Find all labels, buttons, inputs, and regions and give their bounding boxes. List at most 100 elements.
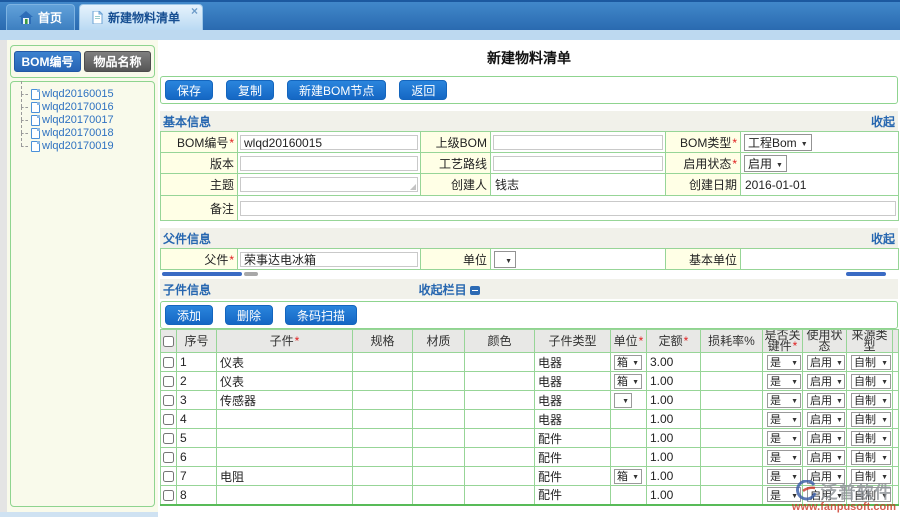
source-select[interactable]: 自制 <box>851 487 891 502</box>
cell-material <box>413 391 465 410</box>
cell-color <box>465 448 535 467</box>
cell-sliver <box>893 429 899 448</box>
required-mark: * <box>229 136 234 150</box>
save-button[interactable]: 保存 <box>165 80 213 100</box>
cell-color <box>465 391 535 410</box>
source-select[interactable]: 自制 <box>851 374 891 389</box>
tab-current-label: 新建物料清单 <box>108 9 180 26</box>
row-checkbox[interactable] <box>163 395 174 406</box>
row-checkbox[interactable] <box>163 452 174 463</box>
row-checkbox[interactable] <box>163 414 174 425</box>
tree-item[interactable]: wlqd20170018 <box>18 127 152 140</box>
dropdown-arrow-icon <box>832 413 843 425</box>
status-select[interactable]: 启用 <box>807 393 845 408</box>
unit-select-value: 箱 <box>617 468 628 484</box>
key-select[interactable]: 是 <box>767 487 801 502</box>
tab-current[interactable]: 新建物料清单 <box>79 4 203 30</box>
subject-textarea[interactable] <box>240 177 418 192</box>
parent-info-title: 父件信息 <box>163 230 211 247</box>
status-select[interactable]: 启用 <box>807 355 845 370</box>
bom-type-select[interactable]: 工程Bom <box>744 134 812 151</box>
key-select[interactable]: 是 <box>767 374 801 389</box>
main-content: 新建物料清单 保存 复制 新建BOM节点 返回 基本信息 收起 BOM编号* w… <box>158 40 900 517</box>
dropdown-arrow-icon <box>787 432 798 444</box>
copy-button[interactable]: 复制 <box>226 80 274 100</box>
basic-collapse-link[interactable]: 收起 <box>871 113 895 130</box>
row-checkbox[interactable] <box>163 433 174 444</box>
cell-use-status: 启用 <box>803 410 847 429</box>
unit-select[interactable]: 箱 <box>614 469 642 484</box>
status-select[interactable]: 启用 <box>807 487 845 502</box>
key-select[interactable]: 是 <box>767 431 801 446</box>
key-select[interactable]: 是 <box>767 450 801 465</box>
status-select[interactable]: 启用 <box>807 412 845 427</box>
barcode-scan-button[interactable]: 条码扫描 <box>285 305 357 325</box>
tab-home[interactable]: 首页 <box>6 4 75 30</box>
tree-item[interactable]: wlqd20170019 <box>18 140 152 153</box>
status-select[interactable]: 启用 <box>807 450 845 465</box>
tree-item[interactable]: wlqd20170017 <box>18 114 152 127</box>
parent-collapse-link[interactable]: 收起 <box>871 230 895 247</box>
bom-no-label: BOM编号 <box>177 136 228 150</box>
child-collapse-link[interactable]: 收起栏目 <box>419 281 480 298</box>
cell-child-name: 传感器 <box>217 391 353 410</box>
dropdown-arrow-icon <box>787 375 798 387</box>
parent-bom-input[interactable] <box>493 135 663 150</box>
tab-close-icon[interactable] <box>191 5 198 17</box>
bom-no-input[interactable]: wlqd20160015 <box>240 135 418 150</box>
unit-select[interactable]: 箱 <box>614 374 642 389</box>
resize-handle-icon[interactable] <box>410 184 416 190</box>
row-checkbox[interactable] <box>163 490 174 501</box>
collapse-columns-icon[interactable] <box>470 286 480 295</box>
bom-type-label: BOM类型 <box>680 136 731 150</box>
item-name-toggle[interactable]: 物品名称 <box>84 51 151 72</box>
remark-input[interactable] <box>240 201 896 216</box>
status-select[interactable]: 启用 <box>807 431 845 446</box>
tree-item[interactable]: wlqd20170016 <box>18 101 152 114</box>
child-table-body: 1仪表电器箱3.00是启用自制2仪表电器箱1.00是启用自制3传感器电器1.00… <box>161 353 899 505</box>
row-checkbox[interactable] <box>163 376 174 387</box>
parent-item-label: 父件 <box>204 253 228 267</box>
row-checkbox[interactable] <box>163 471 174 482</box>
scrollbar-thumb[interactable] <box>244 272 258 276</box>
source-select[interactable]: 自制 <box>851 355 891 370</box>
enable-status-select[interactable]: 启用 <box>744 155 787 172</box>
source-select[interactable]: 自制 <box>851 412 891 427</box>
select-all-checkbox[interactable] <box>163 336 174 347</box>
cell-loss-rate <box>701 372 763 391</box>
parent-item-input[interactable]: 荣事达电冰箱 <box>240 252 418 267</box>
unit-select-value: 箱 <box>617 373 628 389</box>
source-select[interactable]: 自制 <box>851 469 891 484</box>
required-mark: * <box>639 334 644 348</box>
add-row-button[interactable]: 添加 <box>165 305 213 325</box>
delete-row-button[interactable]: 删除 <box>225 305 273 325</box>
cell-is-key: 是 <box>763 353 803 372</box>
source-select[interactable]: 自制 <box>851 431 891 446</box>
new-bom-node-button[interactable]: 新建BOM节点 <box>287 80 386 100</box>
back-button[interactable]: 返回 <box>399 80 447 100</box>
key-select[interactable]: 是 <box>767 355 801 370</box>
version-input[interactable] <box>240 156 418 171</box>
status-select-value: 启用 <box>810 430 832 446</box>
unit-select[interactable]: 箱 <box>614 355 642 370</box>
unit-select[interactable] <box>494 251 516 268</box>
bom-number-toggle[interactable]: BOM编号 <box>14 51 81 72</box>
source-select[interactable]: 自制 <box>851 393 891 408</box>
route-input[interactable] <box>493 156 663 171</box>
source-select[interactable]: 自制 <box>851 450 891 465</box>
cell-seq: 2 <box>177 372 217 391</box>
unit-select[interactable] <box>614 393 632 408</box>
key-select[interactable]: 是 <box>767 412 801 427</box>
scrollbar-thumb[interactable] <box>162 272 242 276</box>
status-select[interactable]: 启用 <box>807 469 845 484</box>
status-select-value: 启用 <box>810 449 832 465</box>
dropdown-arrow-icon <box>877 432 888 444</box>
key-select[interactable]: 是 <box>767 393 801 408</box>
key-select[interactable]: 是 <box>767 469 801 484</box>
scrollbar-thumb[interactable] <box>846 272 886 276</box>
status-select[interactable]: 启用 <box>807 374 845 389</box>
row-checkbox[interactable] <box>163 357 174 368</box>
cell-child-type: 电器 <box>535 372 611 391</box>
tree-item[interactable]: wlqd20160015 <box>18 88 152 101</box>
dropdown-arrow-icon <box>832 489 843 501</box>
